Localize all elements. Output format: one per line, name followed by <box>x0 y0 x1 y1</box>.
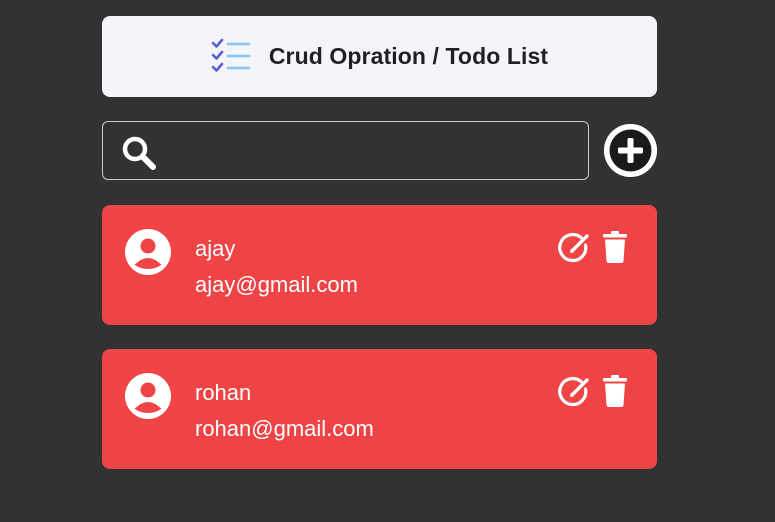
user-email: rohan@gmail.com <box>195 416 374 441</box>
trash-icon[interactable] <box>603 375 627 407</box>
page-title: Crud Opration / Todo List <box>268 43 549 69</box>
app-header: Crud Opration / Todo List <box>102 16 657 97</box>
edit-icon[interactable] <box>557 231 590 264</box>
user-name: ajay <box>195 236 236 261</box>
todo-list-icon <box>211 38 251 72</box>
user-name: rohan <box>195 380 252 405</box>
user-email: ajay@gmail.com <box>195 272 358 297</box>
plus-circle-icon <box>604 124 657 177</box>
search-icon <box>122 136 156 170</box>
trash-icon[interactable] <box>603 231 627 263</box>
user-avatar-icon <box>125 229 171 275</box>
search-box[interactable] <box>102 121 589 180</box>
user-card: ajay ajay@gmail.com <box>102 205 657 325</box>
edit-icon[interactable] <box>557 375 590 408</box>
user-card: rohan rohan@gmail.com <box>102 349 657 469</box>
add-button[interactable] <box>604 124 657 177</box>
user-avatar-icon <box>125 373 171 419</box>
search-input[interactable] <box>165 130 579 172</box>
